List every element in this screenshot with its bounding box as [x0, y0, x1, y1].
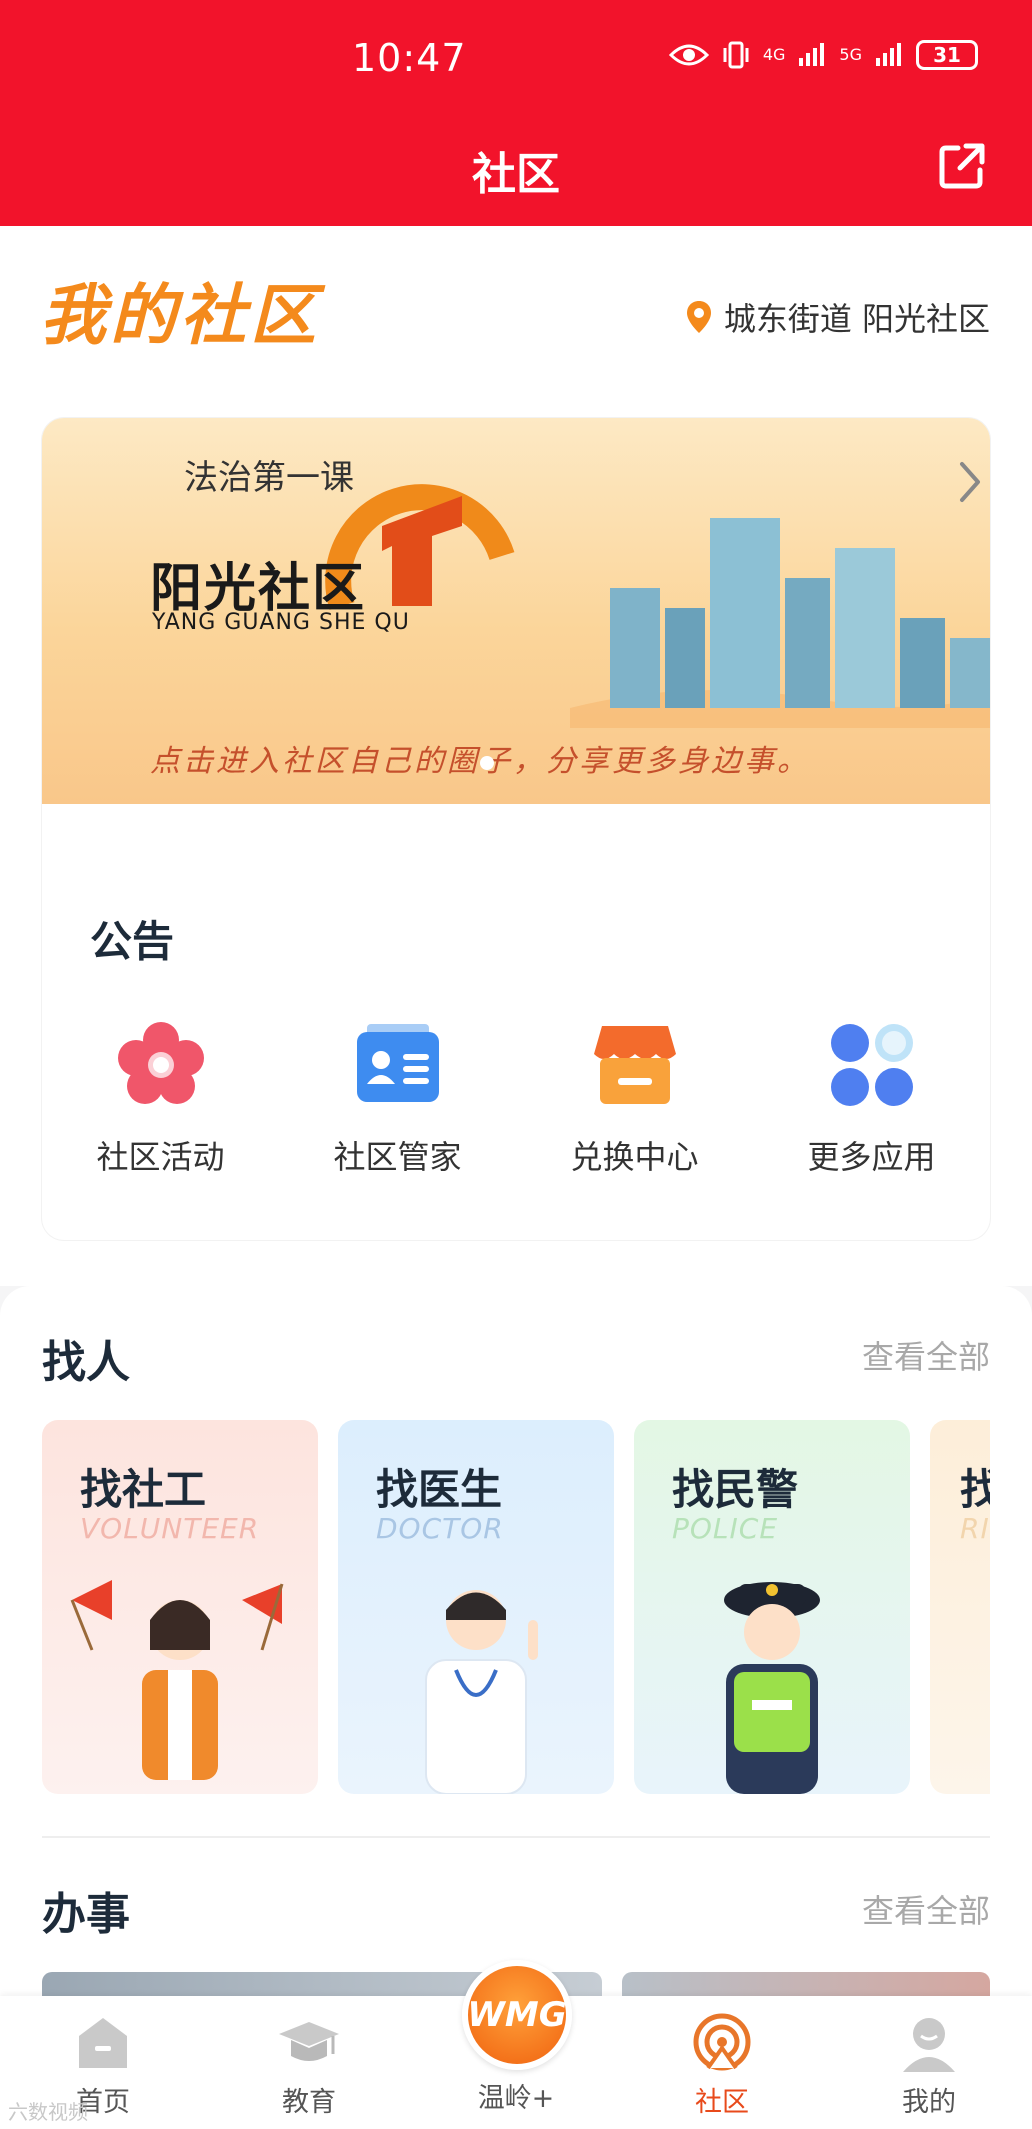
app-label: 更多应用	[807, 1138, 936, 1176]
chevron-right-icon[interactable]	[956, 460, 984, 504]
app-label: 社区管家	[333, 1138, 462, 1176]
signal-icon	[799, 43, 825, 66]
carousel-indicator	[480, 756, 494, 770]
network-5g: 5G	[839, 45, 862, 64]
card-subtitle: POLICE	[672, 1512, 779, 1545]
top-bar: 10:47 4G 5G 31 社区	[0, 0, 1032, 226]
volunteer-illustration	[70, 1580, 284, 1780]
card-title: 找民警	[672, 1465, 799, 1514]
wmg-center-button[interactable]: WMG	[462, 1960, 572, 2070]
location-pin-icon	[686, 301, 711, 333]
network-4g: 4G	[762, 45, 786, 64]
id-card-icon	[356, 1024, 439, 1102]
app-label: 社区活动	[96, 1138, 225, 1176]
app-exchange-center[interactable]: 兑换中心	[530, 1020, 740, 1190]
battery-indicator: 31	[916, 40, 978, 70]
home-icon	[79, 2018, 127, 2068]
location-selector[interactable]: 城东街道 阳光社区	[686, 294, 990, 340]
quick-apps: 社区活动 社区管家 兑换中心 更多应用	[42, 1020, 990, 1190]
app-community-activity[interactable]: 社区活动	[56, 1020, 266, 1190]
location-text: 城东街道 阳光社区	[723, 300, 990, 338]
nav-education[interactable]: 教育	[244, 2012, 374, 2119]
banner-community-pinyin: YANG GUANG SHE QU	[152, 610, 410, 635]
police-illustration	[724, 1582, 820, 1794]
find-people-view-all[interactable]: 查看全部	[862, 1332, 990, 1378]
banner-slogan: 点击进入社区自己的圈子，分享更多身边事。	[150, 736, 810, 780]
nav-label: 教育	[282, 2087, 336, 2118]
app-label: 兑换中心	[570, 1138, 699, 1176]
doctor-illustration	[425, 1590, 538, 1794]
share-icon[interactable]	[936, 140, 988, 192]
people-cards: 找社工 VOLUNTEER 找医生 DOCTOR 找民警 POLICE 找 RI	[42, 1420, 990, 1794]
nav-label: 我的	[902, 2087, 956, 2118]
notice-text[interactable]: 法治第一课	[184, 450, 354, 499]
grid-icon	[830, 1024, 913, 1106]
app-community-steward[interactable]: 社区管家	[293, 1020, 503, 1190]
notice-label: 公告	[90, 917, 175, 966]
affairs-title: 办事	[42, 1889, 130, 1940]
card-volunteer[interactable]: 找社工 VOLUNTEER	[42, 1420, 318, 1794]
card-doctor[interactable]: 找医生 DOCTOR	[338, 1420, 614, 1794]
card-title: 找	[960, 1465, 990, 1514]
card-title: 找医生	[376, 1465, 503, 1514]
nav-label: 温岭+	[477, 2083, 555, 2114]
user-icon	[903, 2018, 955, 2072]
nav-label: 社区	[695, 2087, 749, 2118]
shop-icon	[593, 1026, 676, 1104]
status-time: 10:47	[352, 36, 467, 80]
card-partial[interactable]: 找 RI	[930, 1420, 990, 1794]
community-card: 阳光社区 YANG GUANG SHE QU 点击进入社区自己的圈子，分享更多身…	[42, 418, 990, 1240]
app-more[interactable]: 更多应用	[767, 1020, 977, 1190]
nav-wenling-plus[interactable]: 温岭+	[451, 2076, 581, 2115]
nav-community[interactable]: 社区	[657, 2012, 787, 2119]
affairs-view-all[interactable]: 查看全部	[862, 1886, 990, 1932]
watermark: 六数视频	[8, 2100, 88, 2124]
find-people-title: 找人	[42, 1337, 130, 1388]
community-icon	[693, 2013, 751, 2071]
flower-icon	[117, 1022, 204, 1104]
card-police[interactable]: 找民警 POLICE	[634, 1420, 910, 1794]
section-divider	[42, 1836, 990, 1838]
graduation-cap-icon	[279, 2022, 339, 2061]
nav-mine[interactable]: 我的	[864, 2012, 994, 2119]
my-community-title: 我的社区	[40, 276, 320, 354]
card-subtitle: RI	[960, 1512, 990, 1545]
eye-icon	[668, 44, 709, 66]
vibrate-icon	[723, 41, 749, 69]
card-subtitle: DOCTOR	[376, 1512, 504, 1545]
signal-icon-2	[876, 43, 901, 66]
card-title: 找社工	[80, 1465, 207, 1514]
page-title: 社区	[472, 149, 560, 200]
card-subtitle: VOLUNTEER	[80, 1512, 260, 1545]
notice-bar[interactable]: 公告	[42, 848, 990, 968]
status-icons: 4G 5G 31	[668, 40, 978, 70]
buildings-illustration	[570, 518, 990, 728]
